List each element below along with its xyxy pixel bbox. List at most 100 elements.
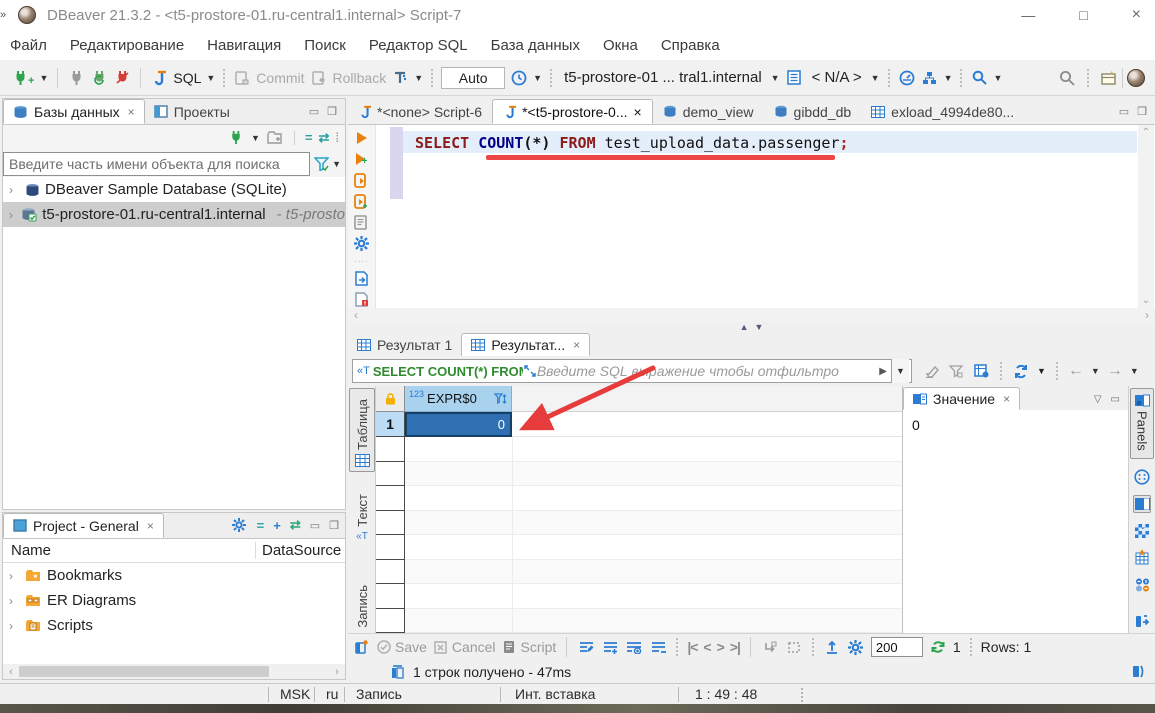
network-dropdown-icon[interactable]: ▼ (944, 73, 953, 83)
grid-empty-row[interactable] (376, 560, 902, 585)
editor-horizontal-scrollbar[interactable]: ‹ › (348, 308, 1155, 322)
filter-funnel-icon[interactable] (310, 155, 332, 173)
link-with-editor-icon[interactable]: ⇄ (290, 517, 301, 533)
row-1-cell-expr0-selected[interactable]: 0 (405, 412, 512, 437)
value-viewer-toggle-icon[interactable] (1133, 495, 1151, 513)
sql-editor-body[interactable]: + ···· SELECT COUNT(*) FROM test_upload_… (348, 124, 1155, 308)
export-result-icon[interactable] (353, 270, 371, 287)
maximize-editor-icon[interactable]: ❒ (1137, 105, 1147, 118)
expand-chevron-icon[interactable]: › (9, 619, 19, 633)
filter-query-reference[interactable]: SELECT COUNT(*) FROM te (373, 364, 523, 379)
search-icon[interactable] (1058, 69, 1076, 87)
add-row-icon[interactable] (601, 638, 619, 656)
filter-apply-icon[interactable]: ▶ (879, 366, 887, 377)
grid-empty-row[interactable] (376, 584, 902, 609)
tab-close-icon[interactable]: × (147, 519, 154, 533)
new-connection-dropdown-icon[interactable]: ▼ (251, 133, 260, 143)
scroll-up-icon[interactable]: ⌃ (1142, 127, 1150, 138)
tab-value[interactable]: Значение × (903, 387, 1020, 410)
refresh-dropdown-icon[interactable]: ▼ (1037, 366, 1046, 376)
custom-filter-icon[interactable] (972, 362, 990, 380)
maximize-button[interactable]: □ (1079, 7, 1087, 23)
grid-column-header-expr0[interactable]: 123 EXPR$0 (405, 386, 512, 412)
new-folder-icon[interactable] (266, 129, 284, 147)
collapse-all-icon[interactable]: = (257, 518, 265, 533)
transaction-log-dropdown-icon[interactable]: ▼ (533, 73, 542, 83)
explain-plan-icon[interactable] (353, 214, 371, 231)
metadata-search-icon[interactable] (970, 69, 988, 87)
splitter-down-icon[interactable]: ▼ (755, 322, 764, 332)
scroll-right-icon[interactable]: › (1145, 308, 1149, 322)
transaction-mode-icon[interactable] (391, 69, 409, 87)
execute-statement-icon[interactable] (353, 129, 371, 146)
filter-box[interactable]: «T SELECT COUNT(*) FROM te ▶ ▼ (352, 359, 912, 383)
tab-result-1[interactable]: Результат 1 (348, 333, 461, 356)
tab-script-6[interactable]: *<none> Script-6 (348, 99, 492, 124)
tab-result-2[interactable]: Результат... × (461, 333, 590, 356)
new-connection-icon[interactable] (227, 129, 245, 147)
splitter-up-icon[interactable]: ▲ (740, 322, 749, 332)
sql-editor-icon[interactable] (150, 69, 168, 87)
refresh-count-icon[interactable] (929, 638, 947, 656)
expand-chevron-icon[interactable]: › (9, 208, 16, 222)
object-search-input[interactable] (3, 152, 310, 176)
row-1-number[interactable]: 1 (376, 412, 405, 437)
column-filter-sort-icon[interactable] (493, 392, 507, 405)
editor-vertical-scrollbar[interactable]: ⌃ ⌄ (1138, 125, 1154, 308)
presentation-tab-record[interactable]: Запись (349, 554, 375, 632)
expand-chevron-icon[interactable]: › (9, 594, 19, 608)
scrollbar-thumb[interactable] (19, 666, 269, 677)
connect-icon[interactable] (11, 69, 29, 87)
panel-menu-icon[interactable]: ▽ (1094, 394, 1102, 405)
menu-sql-editor[interactable]: Редактор SQL (369, 37, 468, 54)
close-button[interactable]: × (1132, 6, 1141, 24)
caret-position-indicator[interactable]: 1 : 49 : 48 (685, 684, 767, 704)
tab-demo-view[interactable]: demo_view (653, 99, 764, 124)
tab-gibdd-db[interactable]: gibdd_db (764, 99, 862, 124)
transaction-dropdown-icon[interactable]: ▼ (414, 73, 423, 83)
tab-close-icon[interactable]: × (573, 338, 580, 352)
connection-selector[interactable]: t5-prostore-01 ... tral1.internal (560, 69, 766, 86)
autocommit-box[interactable]: Auto (441, 67, 505, 89)
scroll-left-icon[interactable]: ‹ (3, 666, 19, 678)
column-datasource[interactable]: DataSource (255, 542, 345, 559)
filter-dropdown-icon[interactable]: ▼ (332, 159, 341, 169)
menu-file[interactable]: Файл (10, 37, 47, 54)
schema-dropdown-icon[interactable]: ▼ (871, 73, 880, 83)
tab-exload[interactable]: exload_4994de80... (861, 99, 1024, 124)
menu-help[interactable]: Справка (661, 37, 720, 54)
tree-item-er-diagrams[interactable]: › ER Diagrams (3, 588, 345, 613)
execute-script-icon[interactable] (353, 172, 371, 189)
duplicate-row-icon[interactable] (625, 638, 643, 656)
export-grid-icon[interactable] (823, 638, 841, 656)
tab-script-7[interactable]: *<t5-prostore-0... × (492, 99, 653, 124)
menu-database[interactable]: База данных (491, 37, 580, 54)
editor-settings-gear-icon[interactable] (353, 235, 371, 252)
expand-filter-icon[interactable] (523, 365, 537, 377)
execute-script-new-tab-icon[interactable] (353, 193, 371, 210)
transaction-log-icon[interactable] (510, 69, 528, 87)
aggregate-columns-icon[interactable] (1133, 549, 1151, 567)
editor-results-splitter[interactable]: ▲ ▼ (348, 322, 1155, 332)
grid-corner-cell[interactable] (376, 386, 405, 412)
network-topology-icon[interactable] (921, 69, 939, 87)
minimize-button[interactable]: — (1021, 7, 1035, 23)
dashboard-icon[interactable] (898, 69, 916, 87)
execute-new-tab-icon[interactable]: + (353, 150, 371, 167)
project-settings-gear-icon[interactable] (230, 516, 248, 534)
value-viewer-content[interactable]: 0 (903, 410, 1128, 440)
grid-empty-row[interactable] (376, 437, 902, 462)
grid-empty-row[interactable] (376, 609, 902, 634)
view-menu-icon[interactable]: ⁞ (335, 130, 339, 145)
menu-edit[interactable]: Редактирование (70, 37, 184, 54)
toggle-panel-icon[interactable] (1133, 611, 1151, 629)
tree-item-t5-prostore[interactable]: › t5-prostore-01.ru-central1.internal - … (3, 202, 345, 227)
references-panel-icon[interactable] (1133, 576, 1151, 594)
disconnect-all-icon[interactable] (113, 69, 131, 87)
metadata-panel-icon[interactable] (1133, 522, 1151, 540)
connection-dropdown-icon[interactable]: ▼ (771, 73, 780, 83)
menu-navigate[interactable]: Навигация (207, 37, 281, 54)
grid-empty-row[interactable] (376, 511, 902, 536)
presentation-tab-grid[interactable]: Таблица (349, 388, 375, 472)
sql-editor-dropdown-icon[interactable]: ▼ (206, 73, 215, 83)
